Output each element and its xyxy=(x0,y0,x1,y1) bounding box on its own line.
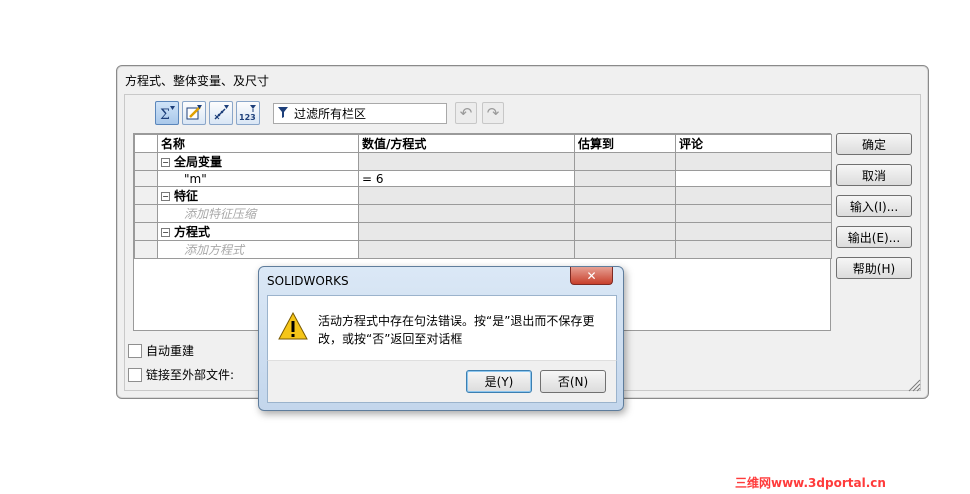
close-button[interactable]: ✕ xyxy=(570,267,613,285)
help-button[interactable]: 帮助(H) xyxy=(836,257,912,279)
close-icon: ✕ xyxy=(586,268,597,283)
message-box-title: SOLIDWORKS xyxy=(267,274,349,288)
column-header-comments[interactable]: 评论 xyxy=(675,134,832,153)
checkbox-box[interactable] xyxy=(128,343,142,358)
message-line: 改，或按“否”返回至对话框 xyxy=(318,332,463,346)
section-label[interactable]: − 全局变量 xyxy=(157,152,359,171)
no-button[interactable]: 否(N) xyxy=(540,370,606,393)
auto-rebuild-checkbox[interactable]: 自动重建 xyxy=(128,342,194,359)
section-label[interactable]: − 特征 xyxy=(157,186,359,205)
link-external-checkbox[interactable]: 链接至外部文件: xyxy=(128,366,234,383)
equation-view-icon[interactable]: Σ xyxy=(155,101,179,125)
column-header-value[interactable]: 数值/方程式 xyxy=(358,134,575,153)
section-row-features[interactable]: − 特征 xyxy=(134,186,832,205)
ok-button[interactable]: 确定 xyxy=(836,133,912,155)
dialog-title: 方程式、整体变量、及尺寸 xyxy=(125,74,270,88)
add-feature-hint[interactable]: 添加特征压缩 xyxy=(157,204,359,223)
dimension-view-icon[interactable] xyxy=(209,101,233,125)
ordered-view-icon[interactable]: 123 xyxy=(236,101,260,125)
section-row-global-variables[interactable]: − 全局变量 xyxy=(134,152,832,171)
redo-button[interactable]: ↷ xyxy=(482,102,504,124)
export-button[interactable]: 输出(E)... xyxy=(836,226,912,248)
cancel-button[interactable]: 取消 xyxy=(836,164,912,186)
watermark: 三维网www.3dportal.cn xyxy=(735,476,886,490)
message-body: 活动方程式中存在句法错误。按“是”退出而不保存更 改，或按“否”返回至对话框 xyxy=(267,295,617,360)
add-equation-hint[interactable]: 添加方程式 xyxy=(157,240,359,259)
filter-placeholder: 过滤所有栏区 xyxy=(294,107,367,121)
message-footer: 是(Y) 否(N) xyxy=(267,360,617,403)
warning-icon xyxy=(278,311,308,343)
section-label[interactable]: − 方程式 xyxy=(157,222,359,241)
svg-text:Σ: Σ xyxy=(160,107,170,122)
message-text: 活动方程式中存在句法错误。按“是”退出而不保存更 改，或按“否”返回至对话框 xyxy=(318,312,614,348)
add-feature-row[interactable]: 添加特征压缩 xyxy=(134,204,832,223)
column-header-evaluates[interactable]: 估算到 xyxy=(574,134,676,153)
table-header-row: 名称 数值/方程式 估算到 评论 xyxy=(134,134,832,153)
collapse-icon[interactable]: − xyxy=(161,192,170,201)
add-equation-row[interactable]: 添加方程式 xyxy=(134,240,832,259)
row-header-corner xyxy=(134,134,158,153)
collapse-icon[interactable]: − xyxy=(161,228,170,237)
svg-text:123: 123 xyxy=(239,113,256,122)
resize-grip-icon[interactable] xyxy=(907,378,921,395)
checkbox-box[interactable] xyxy=(128,367,142,382)
import-button[interactable]: 输入(I)... xyxy=(836,195,912,217)
section-row-equations[interactable]: − 方程式 xyxy=(134,222,832,241)
filter-icon xyxy=(278,106,288,121)
undo-button[interactable]: ↶ xyxy=(455,102,477,124)
solidworks-message-box: SOLIDWORKS ✕ 活动方程式中存在句法错误。按“是”退出而不保存更 改，… xyxy=(258,266,624,411)
column-header-name[interactable]: 名称 xyxy=(157,134,359,153)
comment-cell[interactable] xyxy=(675,170,832,187)
table-row[interactable]: "m" = 6 xyxy=(134,170,832,187)
yes-button[interactable]: 是(Y) xyxy=(466,370,532,393)
collapse-icon[interactable]: − xyxy=(161,158,170,167)
filter-input[interactable]: 过滤所有栏区 xyxy=(273,103,447,124)
evaluates-cell xyxy=(574,170,676,187)
variable-name-cell[interactable]: "m" xyxy=(157,170,359,187)
undo-icon: ↶ xyxy=(459,104,473,122)
sketch-equation-icon[interactable] xyxy=(182,101,206,125)
message-line: 活动方程式中存在句法错误。按“是”退出而不保存更 xyxy=(318,314,595,328)
redo-icon: ↷ xyxy=(486,104,500,122)
variable-value-cell[interactable]: = 6 xyxy=(358,170,575,187)
